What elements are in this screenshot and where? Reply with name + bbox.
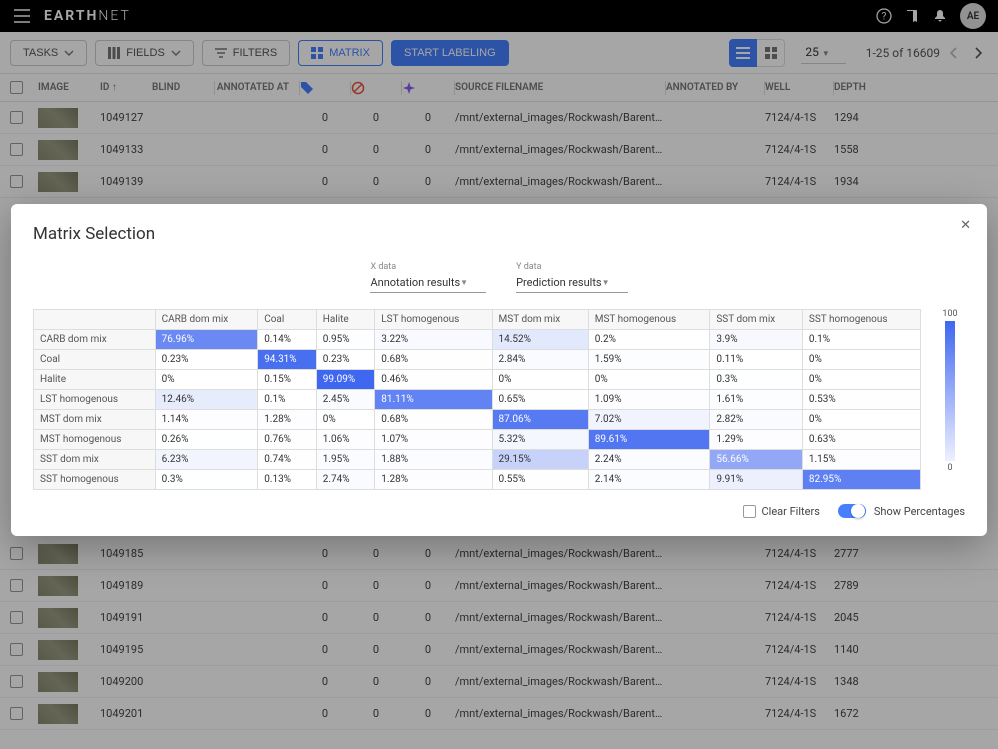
matrix-col-header[interactable]: Coal <box>258 310 317 330</box>
show-percentages-label: Show Percentages <box>874 505 965 518</box>
matrix-cell[interactable]: 0.23% <box>155 350 258 370</box>
matrix-row-header[interactable]: Halite <box>34 370 156 390</box>
matrix-cell[interactable]: 1.88% <box>375 450 492 470</box>
matrix-cell[interactable]: 0.1% <box>802 330 920 350</box>
matrix-row-header[interactable]: SST dom mix <box>34 450 156 470</box>
show-percentages-toggle[interactable] <box>838 504 866 518</box>
matrix-col-header[interactable]: MST dom mix <box>492 310 588 330</box>
ydata-select[interactable]: Prediction results▼ <box>516 274 627 293</box>
matrix-cell[interactable]: 0% <box>316 410 375 430</box>
matrix-row-header[interactable]: Coal <box>34 350 156 370</box>
matrix-cell[interactable]: 0.2% <box>588 330 710 350</box>
matrix-cell[interactable]: 0.11% <box>710 350 803 370</box>
matrix-cell[interactable]: 0.68% <box>375 410 492 430</box>
matrix-cell[interactable]: 82.95% <box>802 470 920 490</box>
ydata-label: Y data <box>516 262 627 272</box>
matrix-cell[interactable]: 1.14% <box>155 410 258 430</box>
matrix-cell[interactable]: 1.06% <box>316 430 375 450</box>
matrix-cell[interactable]: 81.11% <box>375 390 492 410</box>
matrix-row-header[interactable]: SST homogenous <box>34 470 156 490</box>
matrix-cell[interactable]: 29.15% <box>492 450 588 470</box>
matrix-cell[interactable]: 0.65% <box>492 390 588 410</box>
matrix-cell[interactable]: 87.06% <box>492 410 588 430</box>
matrix-cell[interactable]: 76.96% <box>155 330 258 350</box>
matrix-row-header[interactable]: CARB dom mix <box>34 330 156 350</box>
matrix-cell[interactable]: 2.45% <box>316 390 375 410</box>
modal-title: Matrix Selection <box>33 224 965 244</box>
matrix-cell[interactable]: 2.74% <box>316 470 375 490</box>
matrix-col-header[interactable]: SST dom mix <box>710 310 803 330</box>
matrix-cell[interactable]: 0.53% <box>802 390 920 410</box>
matrix-cell[interactable]: 99.09% <box>316 370 375 390</box>
matrix-row-header[interactable]: LST homogenous <box>34 390 156 410</box>
matrix-col-header[interactable]: LST homogenous <box>375 310 492 330</box>
legend-max: 100 <box>942 309 957 319</box>
matrix-cell[interactable]: 0.3% <box>710 370 803 390</box>
matrix-cell[interactable]: 0% <box>155 370 258 390</box>
matrix-col-header[interactable]: CARB dom mix <box>155 310 258 330</box>
matrix-cell[interactable]: 0.1% <box>258 390 317 410</box>
matrix-cell[interactable]: 0.68% <box>375 350 492 370</box>
xdata-label: X data <box>370 262 486 272</box>
matrix-cell[interactable]: 9.91% <box>710 470 803 490</box>
matrix-cell[interactable]: 0.26% <box>155 430 258 450</box>
matrix-cell[interactable]: 14.52% <box>492 330 588 350</box>
matrix-cell[interactable]: 0.76% <box>258 430 317 450</box>
matrix-cell[interactable]: 3.22% <box>375 330 492 350</box>
matrix-cell[interactable]: 0.23% <box>316 350 375 370</box>
matrix-cell[interactable]: 0.95% <box>316 330 375 350</box>
clear-filters-checkbox[interactable]: Clear Filters <box>743 505 820 518</box>
color-scale <box>945 321 955 461</box>
matrix-cell[interactable]: 1.28% <box>258 410 317 430</box>
matrix-cell[interactable]: 5.32% <box>492 430 588 450</box>
matrix-cell[interactable]: 2.24% <box>588 450 710 470</box>
matrix-cell[interactable]: 1.28% <box>375 470 492 490</box>
matrix-col-header[interactable]: MST homogenous <box>588 310 710 330</box>
matrix-cell[interactable]: 1.09% <box>588 390 710 410</box>
matrix-cell[interactable]: 2.82% <box>710 410 803 430</box>
matrix-cell[interactable]: 1.07% <box>375 430 492 450</box>
matrix-cell[interactable]: 56.66% <box>710 450 803 470</box>
matrix-cell[interactable]: 94.31% <box>258 350 317 370</box>
matrix-cell[interactable]: 0.14% <box>258 330 317 350</box>
matrix-cell[interactable]: 6.23% <box>155 450 258 470</box>
matrix-cell[interactable]: 1.61% <box>710 390 803 410</box>
close-icon[interactable]: ✕ <box>960 218 971 233</box>
confusion-matrix: CARB dom mixCoalHaliteLST homogenousMST … <box>33 309 921 490</box>
matrix-modal: Matrix Selection ✕ X data Annotation res… <box>11 204 987 536</box>
modal-overlay: Matrix Selection ✕ X data Annotation res… <box>0 0 998 749</box>
matrix-cell[interactable]: 1.29% <box>710 430 803 450</box>
matrix-cell[interactable]: 2.14% <box>588 470 710 490</box>
matrix-cell[interactable]: 7.02% <box>588 410 710 430</box>
matrix-cell[interactable]: 89.61% <box>588 430 710 450</box>
matrix-row-header[interactable]: MST homogenous <box>34 430 156 450</box>
matrix-cell[interactable]: 0.55% <box>492 470 588 490</box>
matrix-col-header[interactable]: Halite <box>316 310 375 330</box>
matrix-cell[interactable]: 0.63% <box>802 430 920 450</box>
matrix-cell[interactable]: 0% <box>492 370 588 390</box>
matrix-cell[interactable]: 1.95% <box>316 450 375 470</box>
matrix-cell[interactable]: 0% <box>588 370 710 390</box>
legend-min: 0 <box>947 463 952 473</box>
matrix-cell[interactable]: 0.13% <box>258 470 317 490</box>
matrix-cell[interactable]: 0% <box>802 350 920 370</box>
matrix-cell[interactable]: 0.15% <box>258 370 317 390</box>
matrix-cell[interactable]: 2.84% <box>492 350 588 370</box>
matrix-cell[interactable]: 0% <box>802 410 920 430</box>
matrix-col-header[interactable]: SST homogenous <box>802 310 920 330</box>
matrix-cell[interactable]: 0.74% <box>258 450 317 470</box>
matrix-cell[interactable]: 1.15% <box>802 450 920 470</box>
matrix-cell[interactable]: 1.59% <box>588 350 710 370</box>
matrix-cell[interactable]: 0.3% <box>155 470 258 490</box>
matrix-cell[interactable]: 12.46% <box>155 390 258 410</box>
xdata-select[interactable]: Annotation results▼ <box>370 274 486 293</box>
matrix-cell[interactable]: 0.46% <box>375 370 492 390</box>
matrix-cell[interactable]: 3.9% <box>710 330 803 350</box>
matrix-cell[interactable]: 0% <box>802 370 920 390</box>
matrix-row-header[interactable]: MST dom mix <box>34 410 156 430</box>
